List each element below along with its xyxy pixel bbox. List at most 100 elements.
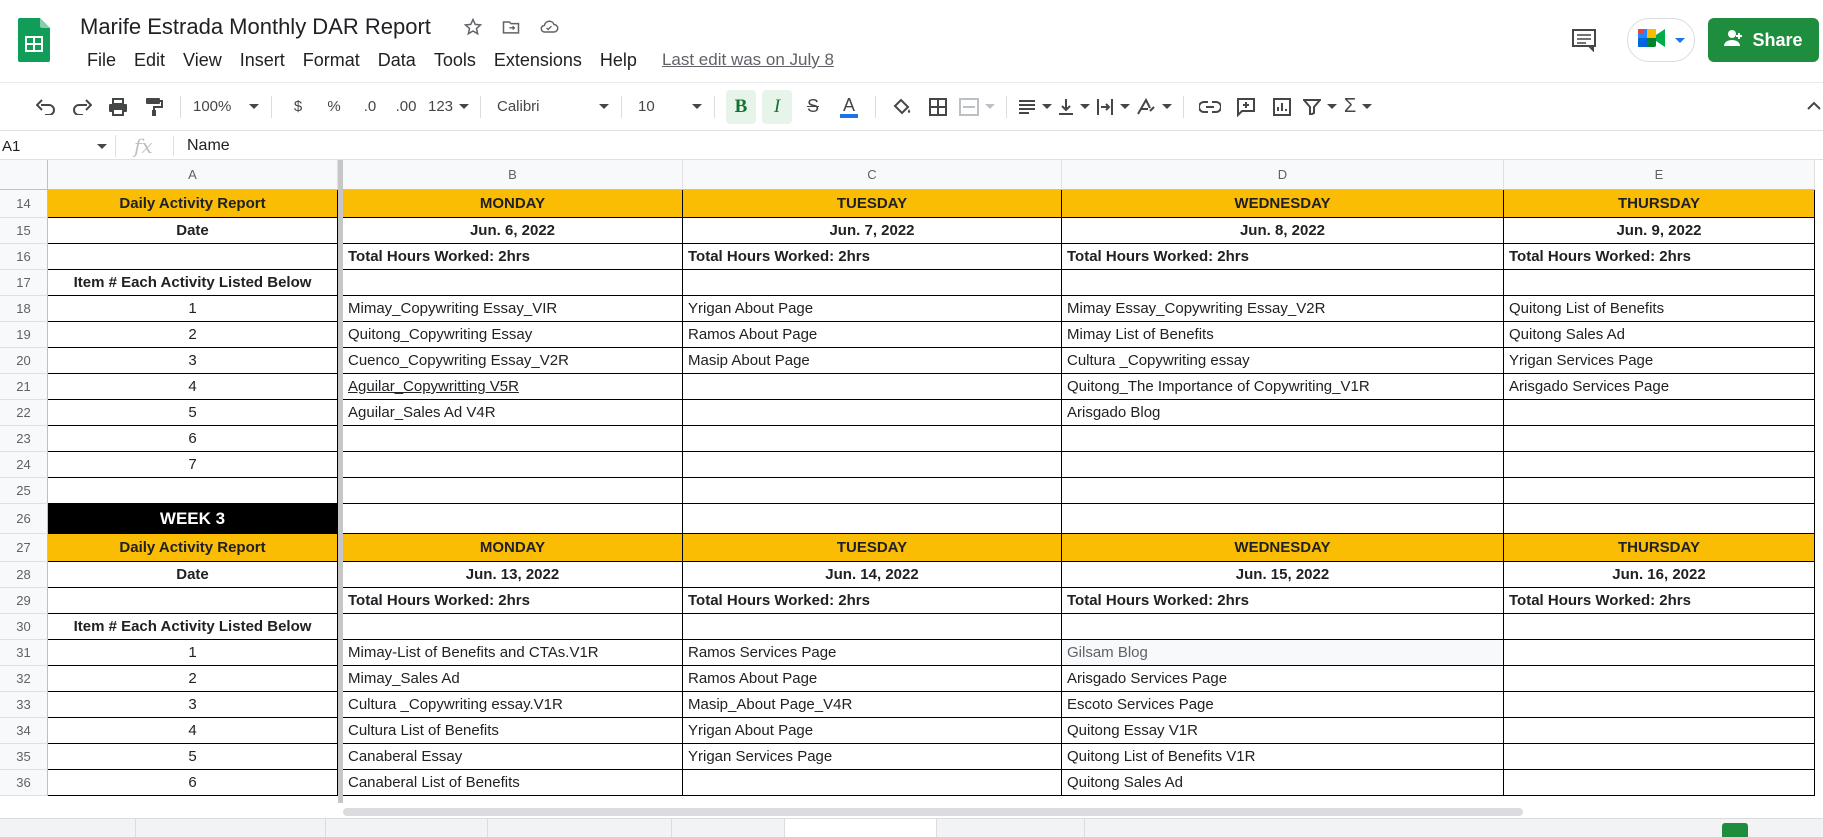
- cell-c34[interactable]: Yrigan About Page: [683, 718, 1062, 744]
- cell-a21[interactable]: 4: [48, 374, 338, 400]
- cell-c36[interactable]: [683, 770, 1062, 796]
- star-icon[interactable]: [460, 14, 486, 40]
- cell-e18[interactable]: Quitong List of Benefits: [1504, 296, 1815, 322]
- row-header[interactable]: 30: [0, 614, 48, 640]
- cell-a32[interactable]: 2: [48, 666, 338, 692]
- menu-data[interactable]: Data: [369, 50, 425, 71]
- number-format-select[interactable]: 123: [424, 98, 472, 115]
- cell-a23[interactable]: 6: [48, 426, 338, 452]
- cell-e24[interactable]: [1504, 452, 1815, 478]
- scrollbar-thumb[interactable]: [343, 808, 1523, 816]
- cell-b15[interactable]: Jun. 6, 2022: [343, 218, 683, 244]
- cell-d20[interactable]: Cultura _Copywriting essay: [1062, 348, 1504, 374]
- cell-e21[interactable]: Arisgado Services Page: [1504, 374, 1815, 400]
- cell-b23[interactable]: [343, 426, 683, 452]
- name-box[interactable]: A1: [0, 135, 116, 157]
- cell-e22[interactable]: [1504, 400, 1815, 426]
- cell-b33[interactable]: Cultura _Copywriting essay.V1R: [343, 692, 683, 718]
- cell-c22[interactable]: [683, 400, 1062, 426]
- cell-b25[interactable]: [343, 478, 683, 504]
- cell-b27[interactable]: MONDAY: [343, 534, 683, 562]
- cell-c23[interactable]: [683, 426, 1062, 452]
- merge-cells-icon[interactable]: [959, 90, 995, 124]
- cell-c18[interactable]: Yrigan About Page: [683, 296, 1062, 322]
- last-edit-link[interactable]: Last edit was on July 8: [646, 50, 834, 71]
- menu-edit[interactable]: Edit: [125, 50, 174, 71]
- paint-format-icon[interactable]: [139, 90, 169, 124]
- zoom-select[interactable]: 100%: [189, 98, 263, 115]
- cell-d18[interactable]: Mimay Essay_Copywriting Essay_V2R: [1062, 296, 1504, 322]
- cell-e16[interactable]: Total Hours Worked: 2hrs: [1504, 244, 1815, 270]
- cell-e23[interactable]: [1504, 426, 1815, 452]
- font-size-select[interactable]: 10: [634, 98, 706, 115]
- row-header[interactable]: 23: [0, 426, 48, 452]
- cell-b21[interactable]: Aguilar_Copywritting V5R: [343, 374, 683, 400]
- cell-a29[interactable]: [48, 588, 338, 614]
- cell-b30[interactable]: [343, 614, 683, 640]
- cell-c17[interactable]: [683, 270, 1062, 296]
- sheet-tab[interactable]: [672, 819, 785, 837]
- cell-d23[interactable]: [1062, 426, 1504, 452]
- cell-b35[interactable]: Canaberal Essay: [343, 744, 683, 770]
- cell-c31[interactable]: Ramos Services Page: [683, 640, 1062, 666]
- cell-d16[interactable]: Total Hours Worked: 2hrs: [1062, 244, 1504, 270]
- cell-d24[interactable]: [1062, 452, 1504, 478]
- decrease-decimal-button[interactable]: .0: [355, 90, 385, 124]
- horizontal-scrollbar[interactable]: [343, 805, 1793, 817]
- cell-b18[interactable]: Mimay_Copywriting Essay_VIR: [343, 296, 683, 322]
- cell-e19[interactable]: Quitong Sales Ad: [1504, 322, 1815, 348]
- cell-b20[interactable]: Cuenco_Copywriting Essay_V2R: [343, 348, 683, 374]
- cell-c25[interactable]: [683, 478, 1062, 504]
- cell-a27[interactable]: Daily Activity Report: [48, 534, 338, 562]
- cell-a36[interactable]: 6: [48, 770, 338, 796]
- increase-decimal-button[interactable]: .00: [391, 90, 421, 124]
- cell-d15[interactable]: Jun. 8, 2022: [1062, 218, 1504, 244]
- sheet-tab[interactable]: [937, 819, 1085, 837]
- select-all-corner[interactable]: [0, 160, 48, 190]
- cell-a24[interactable]: 7: [48, 452, 338, 478]
- cell-e36[interactable]: [1504, 770, 1815, 796]
- fill-color-icon[interactable]: [887, 90, 917, 124]
- cell-b32[interactable]: Mimay_Sales Ad: [343, 666, 683, 692]
- sheet-tab[interactable]: [136, 819, 326, 837]
- row-header[interactable]: 35: [0, 744, 48, 770]
- cell-d17[interactable]: [1062, 270, 1504, 296]
- insert-link-icon[interactable]: [1195, 90, 1225, 124]
- cell-c32[interactable]: Ramos About Page: [683, 666, 1062, 692]
- cell-c35[interactable]: Yrigan Services Page: [683, 744, 1062, 770]
- row-header[interactable]: 22: [0, 400, 48, 426]
- cell-b17[interactable]: [343, 270, 683, 296]
- cell-a34[interactable]: 4: [48, 718, 338, 744]
- cell-a33[interactable]: 3: [48, 692, 338, 718]
- cell-b36[interactable]: Canaberal List of Benefits: [343, 770, 683, 796]
- row-header[interactable]: 17: [0, 270, 48, 296]
- percent-format-button[interactable]: %: [319, 90, 349, 124]
- cell-a25[interactable]: [48, 478, 338, 504]
- cell-a35[interactable]: 5: [48, 744, 338, 770]
- move-folder-icon[interactable]: [498, 14, 524, 40]
- sheet-tab-active[interactable]: [785, 819, 937, 837]
- cell-b16[interactable]: Total Hours Worked: 2hrs: [343, 244, 683, 270]
- cell-e20[interactable]: Yrigan Services Page: [1504, 348, 1815, 374]
- row-header[interactable]: 31: [0, 640, 48, 666]
- cell-e25[interactable]: [1504, 478, 1815, 504]
- cell-b31[interactable]: Mimay-List of Benefits and CTAs.V1R: [343, 640, 683, 666]
- sheet-tab[interactable]: [0, 819, 136, 837]
- cell-d32[interactable]: Arisgado Services Page: [1062, 666, 1504, 692]
- cell-d35[interactable]: Quitong List of Benefits V1R: [1062, 744, 1504, 770]
- cell-e30[interactable]: [1504, 614, 1815, 640]
- cell-e15[interactable]: Jun. 9, 2022: [1504, 218, 1815, 244]
- cell-a22[interactable]: 5: [48, 400, 338, 426]
- insert-comment-icon[interactable]: [1231, 90, 1261, 124]
- row-header[interactable]: 20: [0, 348, 48, 374]
- text-wrapping-icon[interactable]: [1096, 90, 1130, 124]
- currency-format-button[interactable]: $: [283, 90, 313, 124]
- menu-insert[interactable]: Insert: [231, 50, 294, 71]
- row-header[interactable]: 15: [0, 218, 48, 244]
- column-header-a[interactable]: A: [48, 160, 338, 190]
- cell-a16[interactable]: [48, 244, 338, 270]
- insert-chart-icon[interactable]: [1267, 90, 1297, 124]
- cell-e31[interactable]: [1504, 640, 1815, 666]
- sheet-tab[interactable]: [488, 819, 672, 837]
- cell-a20[interactable]: 3: [48, 348, 338, 374]
